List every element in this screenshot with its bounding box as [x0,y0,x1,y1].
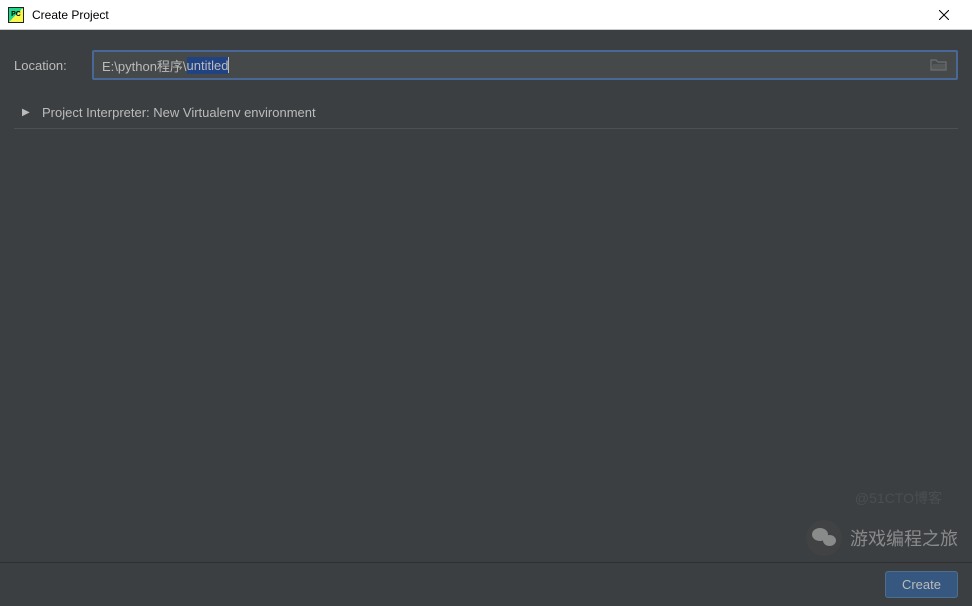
location-row: Location: E:\python程序\untitled [0,30,972,90]
dialog-content: Location: E:\python程序\untitled ▶ Project… [0,30,972,606]
bottom-bar: Create [0,562,972,606]
interpreter-row[interactable]: ▶ Project Interpreter: New Virtualenv en… [14,90,958,129]
location-path-selected: untitled [187,57,229,74]
watermark-text: 游戏编程之旅 [850,525,958,551]
watermark-overlay: 游戏编程之旅 [806,520,958,556]
close-button[interactable] [924,0,964,30]
window-title: Create Project [32,8,109,22]
watermark-faint: @51CTO博客 [855,488,942,508]
location-label: Location: [14,58,82,73]
location-path-prefix: E:\python程序\ [102,56,187,75]
expand-arrow-icon[interactable]: ▶ [22,107,32,118]
create-button[interactable]: Create [885,571,958,598]
browse-folder-icon[interactable] [930,58,948,72]
location-input[interactable]: E:\python程序\untitled [92,50,958,80]
text-cursor [228,57,229,73]
titlebar: PC Create Project [0,0,972,30]
pycharm-icon: PC [8,7,24,23]
interpreter-label: Project Interpreter: New Virtualenv envi… [42,105,316,120]
wechat-icon [806,520,842,556]
